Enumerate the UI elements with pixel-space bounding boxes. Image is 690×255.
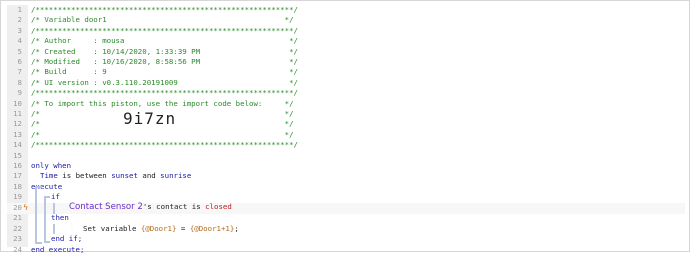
line-number: 24: [13, 244, 22, 254]
line-number: 7: [17, 67, 22, 77]
line-number: 4: [17, 36, 22, 46]
line-number: 2: [17, 15, 22, 25]
line-number: 9: [17, 88, 22, 98]
comment-line: /* Build : 9 */: [31, 67, 298, 77]
only-when-keyword: only when: [31, 161, 72, 170]
device-name[interactable]: Contact Sensor 2: [69, 202, 143, 212]
line-number: 16: [13, 161, 22, 170]
if-block-bracket: [44, 196, 50, 243]
comment-line: /***************************************…: [31, 5, 298, 14]
line-number: 13: [13, 129, 22, 139]
piston-code-panel: 1 /**************************************…: [0, 0, 690, 254]
condition-bracket: [53, 203, 55, 214]
line-number: 6: [17, 57, 22, 66]
statement-terminator: ;: [234, 223, 239, 233]
condition-value-sunset[interactable]: sunset: [111, 171, 138, 180]
execute-block-bracket: [35, 186, 42, 244]
comment-line: /* Created : 10/14/2020, 1:33:39 PM */: [31, 46, 298, 56]
then-keyword: then: [51, 213, 69, 223]
assign-operator: =: [176, 223, 190, 233]
line-number: 19: [13, 192, 22, 202]
then-block-bracket: [53, 224, 55, 234]
if-keyword: if: [51, 192, 60, 202]
comment-line: /* Author : mousa */: [31, 36, 298, 46]
condition-operator: is between: [57, 171, 112, 181]
comment-line: /* Variable door1 */: [31, 15, 294, 25]
comment-line: /* UI version : v0.3.110.20191009 */: [31, 77, 298, 87]
action-dots-icon: ˸: [71, 222, 73, 231]
code-editor: 1 /**************************************…: [7, 5, 685, 254]
import-code[interactable]: 9i7zn: [123, 109, 176, 128]
condition-subject[interactable]: Time: [40, 171, 58, 180]
comment-line: /* Modified : 10/16/2020, 8:58:56 PM */: [31, 57, 298, 66]
line-number: 15: [13, 150, 22, 160]
condition-state-value[interactable]: closed: [205, 202, 232, 211]
end-execute-keyword: end execute;: [31, 244, 85, 254]
condition-value-sunrise[interactable]: sunrise: [160, 171, 191, 180]
line-number: 10: [13, 98, 22, 108]
device-attribute-text: 's contact is: [142, 201, 206, 211]
line-number: 18: [13, 181, 22, 191]
line-number: 21: [13, 213, 22, 223]
line-number: 3: [17, 25, 22, 35]
comment-line: /***************************************…: [31, 25, 298, 35]
value-expression[interactable]: {@Door1+1}: [190, 224, 235, 233]
line-number: 17: [13, 171, 22, 181]
line-number: 8: [17, 77, 22, 87]
line-number: 22: [13, 223, 22, 233]
variable-expression[interactable]: {@Door1}: [141, 224, 177, 233]
comment-line: /* */: [31, 129, 294, 139]
lightning-flag-icon: ϟ: [23, 202, 29, 212]
line-number: 20: [13, 202, 22, 212]
comment-line: /***************************************…: [31, 140, 298, 150]
action-label[interactable]: Set variable: [83, 224, 141, 233]
line-number: 14: [13, 140, 22, 150]
comment-line: /* To import this piston, use the import…: [31, 98, 294, 108]
line-number: 5: [17, 46, 22, 56]
comment-line: /***************************************…: [31, 88, 298, 98]
line-number: 23: [13, 234, 22, 244]
line-number: 11: [13, 109, 22, 118]
condition-and: and: [137, 171, 161, 181]
line-number: 12: [13, 119, 22, 129]
end-if-keyword: end if;: [51, 234, 83, 244]
line-number: 1: [17, 5, 22, 14]
